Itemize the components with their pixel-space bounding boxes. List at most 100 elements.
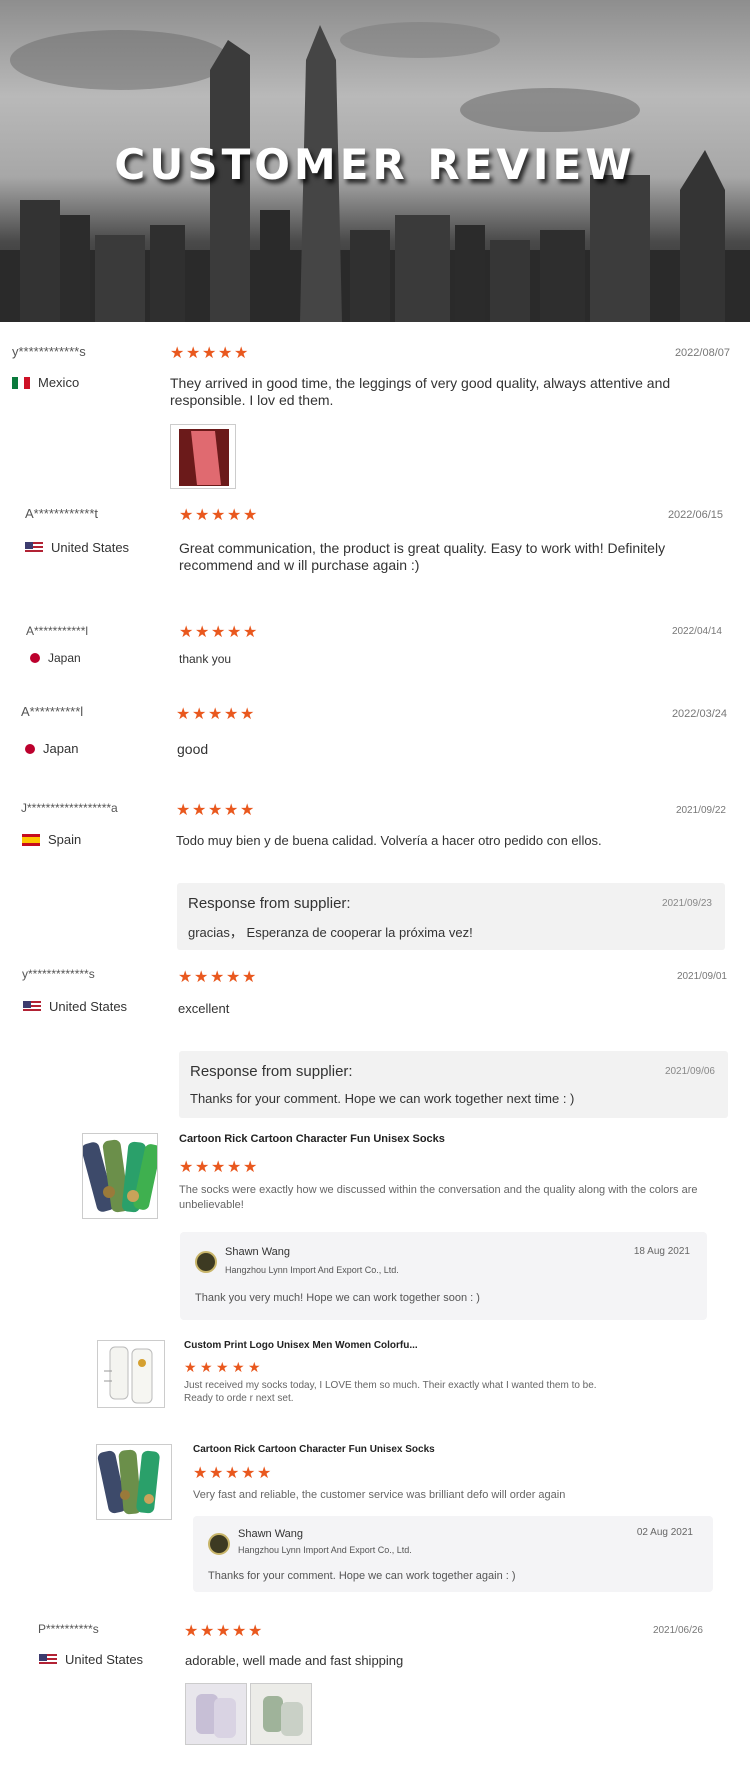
star-icon: ★ xyxy=(242,969,257,986)
product-title[interactable]: Cartoon Rick Cartoon Character Fun Unise… xyxy=(193,1444,435,1455)
country-label: United States xyxy=(65,1652,144,1667)
review-text: Todo muy bien y de buena calidad. Volver… xyxy=(176,833,602,848)
supplier-company: Hangzhou Lynn Import And Export Co., Ltd… xyxy=(225,1265,399,1275)
star-icon: ★ xyxy=(192,802,207,819)
country-label: United States xyxy=(51,540,130,555)
star-icon: ★ xyxy=(195,1159,210,1176)
header-banner: CUSTOMER REVIEW xyxy=(0,0,750,322)
star-icon: ★ xyxy=(243,1159,258,1176)
star-icon: ★ xyxy=(227,1159,242,1176)
star-icon: ★ xyxy=(184,1359,197,1375)
japan-flag-icon xyxy=(30,653,40,663)
star-icon: ★ xyxy=(179,1159,194,1176)
star-rating: ★ ★ ★ ★ ★ xyxy=(179,624,258,641)
reviewer-country: United States xyxy=(39,1652,143,1667)
star-icon: ★ xyxy=(202,345,217,362)
star-icon: ★ xyxy=(240,706,255,723)
star-icon: ★ xyxy=(216,1359,229,1375)
star-icon: ★ xyxy=(195,624,210,641)
response-title: Response from supplier: xyxy=(188,895,351,912)
product-title[interactable]: Custom Print Logo Unisex Men Women Color… xyxy=(184,1340,418,1351)
review-date: 2022/06/15 xyxy=(667,509,723,521)
star-rating: ★ ★ ★ ★ ★ xyxy=(176,802,255,819)
star-icon: ★ xyxy=(226,969,241,986)
star-icon: ★ xyxy=(225,1465,240,1482)
reviewer-country: Spain xyxy=(22,832,81,847)
star-icon: ★ xyxy=(248,1623,263,1640)
star-icon: ★ xyxy=(248,1359,261,1375)
reviewer-name: y*************s xyxy=(22,967,95,981)
star-icon: ★ xyxy=(243,624,258,641)
review-date: 2022/03/24 xyxy=(671,708,727,720)
star-icon: ★ xyxy=(211,624,226,641)
star-icon: ★ xyxy=(216,1623,231,1640)
star-icon: ★ xyxy=(211,1159,226,1176)
star-icon: ★ xyxy=(194,969,209,986)
review-photo-thumbnail[interactable] xyxy=(170,424,236,489)
reviewer-country: Japan xyxy=(30,651,81,665)
product-title[interactable]: Cartoon Rick Cartoon Character Fun Unise… xyxy=(179,1133,445,1145)
star-icon: ★ xyxy=(240,802,255,819)
star-icon: ★ xyxy=(200,1623,215,1640)
country-label: United States xyxy=(49,999,128,1014)
star-rating: ★ ★ ★ ★ ★ xyxy=(179,507,258,524)
star-icon: ★ xyxy=(178,969,193,986)
supplier-name: Shawn Wang xyxy=(225,1246,291,1258)
review-text: adorable, well made and fast shipping xyxy=(185,1653,404,1668)
star-rating: ★ ★ ★ ★ ★ xyxy=(170,345,249,362)
review-text: excellent xyxy=(178,1001,230,1016)
reply-date: 18 Aug 2021 xyxy=(633,1246,690,1257)
spain-flag-icon xyxy=(22,833,40,846)
supplier-avatar xyxy=(208,1533,230,1555)
star-rating: ★ ★ ★ ★ ★ xyxy=(179,1159,258,1176)
star-icon: ★ xyxy=(234,345,249,362)
product-review-text: Very fast and reliable, the customer ser… xyxy=(193,1489,566,1501)
review-date: 2022/04/14 xyxy=(671,626,722,637)
product-review-text: The socks were exactly how we discussed … xyxy=(179,1184,698,1211)
star-rating: ★ ★ ★ ★ ★ xyxy=(184,1360,263,1375)
star-icon: ★ xyxy=(210,969,225,986)
star-icon: ★ xyxy=(208,802,223,819)
country-label: Spain xyxy=(48,832,82,847)
reviewer-country: United States xyxy=(23,999,127,1014)
product-thumbnail[interactable] xyxy=(96,1444,172,1520)
banner-title: CUSTOMER REVIEW xyxy=(114,140,636,189)
supplier-reply-card: Shawn Wang Hangzhou Lynn Import And Expo… xyxy=(193,1516,713,1592)
star-rating: ★ ★ ★ ★ ★ xyxy=(193,1465,272,1482)
response-title: Response from supplier: xyxy=(190,1063,353,1080)
reply-text: Thanks for your comment. Hope we can wor… xyxy=(208,1570,516,1582)
reply-date: 02 Aug 2021 xyxy=(636,1527,693,1538)
star-icon: ★ xyxy=(208,706,223,723)
reviewer-name: y************s xyxy=(12,344,86,359)
review-photo-thumbnail[interactable] xyxy=(185,1683,247,1745)
star-icon: ★ xyxy=(209,1465,224,1482)
reviewer-name: P**********s xyxy=(38,1622,99,1636)
mexico-flag-icon xyxy=(12,376,30,389)
star-icon: ★ xyxy=(184,1623,199,1640)
reviewer-country: Japan xyxy=(25,741,78,756)
review-photo-thumbnail[interactable] xyxy=(250,1683,312,1745)
star-rating: ★ ★ ★ ★ ★ xyxy=(178,969,257,986)
star-icon: ★ xyxy=(227,624,242,641)
star-icon: ★ xyxy=(241,1465,256,1482)
country-label: Japan xyxy=(43,741,79,756)
star-icon: ★ xyxy=(170,345,185,362)
reviewer-name: J******************a xyxy=(21,801,118,815)
reviewer-name: A***********l xyxy=(26,624,89,638)
review-date: 2021/09/01 xyxy=(676,971,727,982)
product-thumbnail[interactable] xyxy=(82,1133,158,1219)
star-icon: ★ xyxy=(224,802,239,819)
star-icon: ★ xyxy=(218,345,233,362)
product-thumbnail[interactable] xyxy=(97,1340,165,1408)
star-icon: ★ xyxy=(176,706,191,723)
supplier-company: Hangzhou Lynn Import And Export Co., Ltd… xyxy=(238,1545,412,1555)
response-text: gracias， Esperanza de cooperar la próxim… xyxy=(188,925,473,940)
star-icon: ★ xyxy=(200,1359,213,1375)
star-icon: ★ xyxy=(232,1623,247,1640)
star-rating: ★ ★ ★ ★ ★ xyxy=(184,1623,263,1640)
response-date: 2021/09/06 xyxy=(664,1066,715,1077)
star-icon: ★ xyxy=(179,507,194,524)
product-review-text: Just received my socks today, I LOVE the… xyxy=(184,1380,597,1404)
us-flag-icon xyxy=(25,541,43,554)
star-icon: ★ xyxy=(232,1359,245,1375)
